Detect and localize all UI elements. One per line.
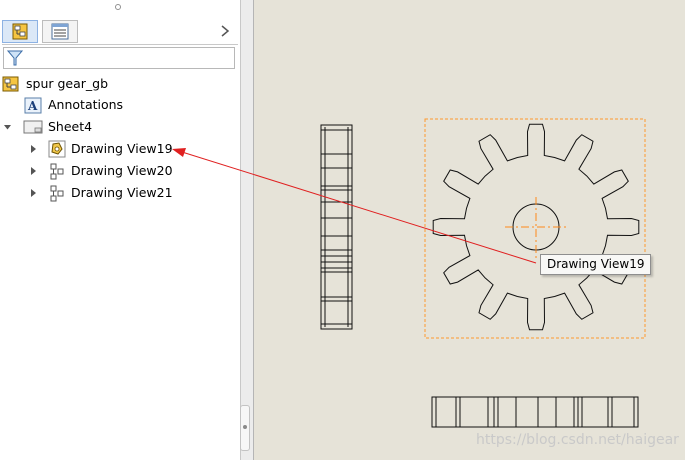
drawing-view-19-gear[interactable] [432, 123, 640, 331]
chevron-right-icon[interactable] [218, 23, 232, 39]
filter-icon [6, 50, 24, 66]
drawing-view-icon [50, 185, 64, 202]
watermark: https://blog.csdn.net/haigear [476, 432, 679, 448]
selection-box [424, 118, 646, 339]
annotations-icon: A [24, 97, 42, 114]
drawing-document-icon [2, 76, 19, 92]
expand-right-icon[interactable] [30, 145, 38, 153]
expand-down-icon[interactable] [4, 123, 12, 131]
tooltip: Drawing View19 [540, 254, 652, 275]
sheet-icon [23, 120, 43, 134]
property-manager-icon [51, 23, 69, 40]
drawing-view-part-icon [48, 140, 66, 158]
property-manager-tab[interactable] [42, 20, 78, 43]
tree-item-label: Sheet4 [48, 119, 93, 134]
drawing-view-bottom[interactable] [431, 396, 639, 428]
splitter-grip-icon[interactable] [240, 405, 250, 451]
drawing-view-icon [50, 163, 64, 180]
feature-manager-icon [12, 23, 28, 40]
expand-right-icon[interactable] [30, 189, 38, 197]
drawing-canvas [320, 118, 646, 428]
tree-item-label: Drawing View19 [71, 141, 173, 156]
expand-right-icon[interactable] [30, 167, 38, 175]
tree-item-label: Annotations [48, 97, 124, 112]
panel-tabs [2, 20, 238, 45]
filter-bar[interactable] [3, 47, 235, 69]
panel-resize-dot-icon[interactable] [115, 4, 121, 10]
drawing-sheet[interactable] [254, 0, 685, 460]
feature-manager-panel: spur gear_gb A Annotations Sheet4 Drawin… [0, 0, 240, 460]
drawing-view-side[interactable] [320, 124, 353, 330]
panel-splitter[interactable] [240, 0, 254, 460]
tree-item-label: Drawing View20 [71, 163, 173, 178]
svg-text:A: A [27, 99, 38, 113]
tree-item-label: Drawing View21 [71, 185, 173, 200]
tree-item-label: spur gear_gb [26, 76, 109, 91]
feature-manager-tab[interactable] [2, 20, 38, 43]
